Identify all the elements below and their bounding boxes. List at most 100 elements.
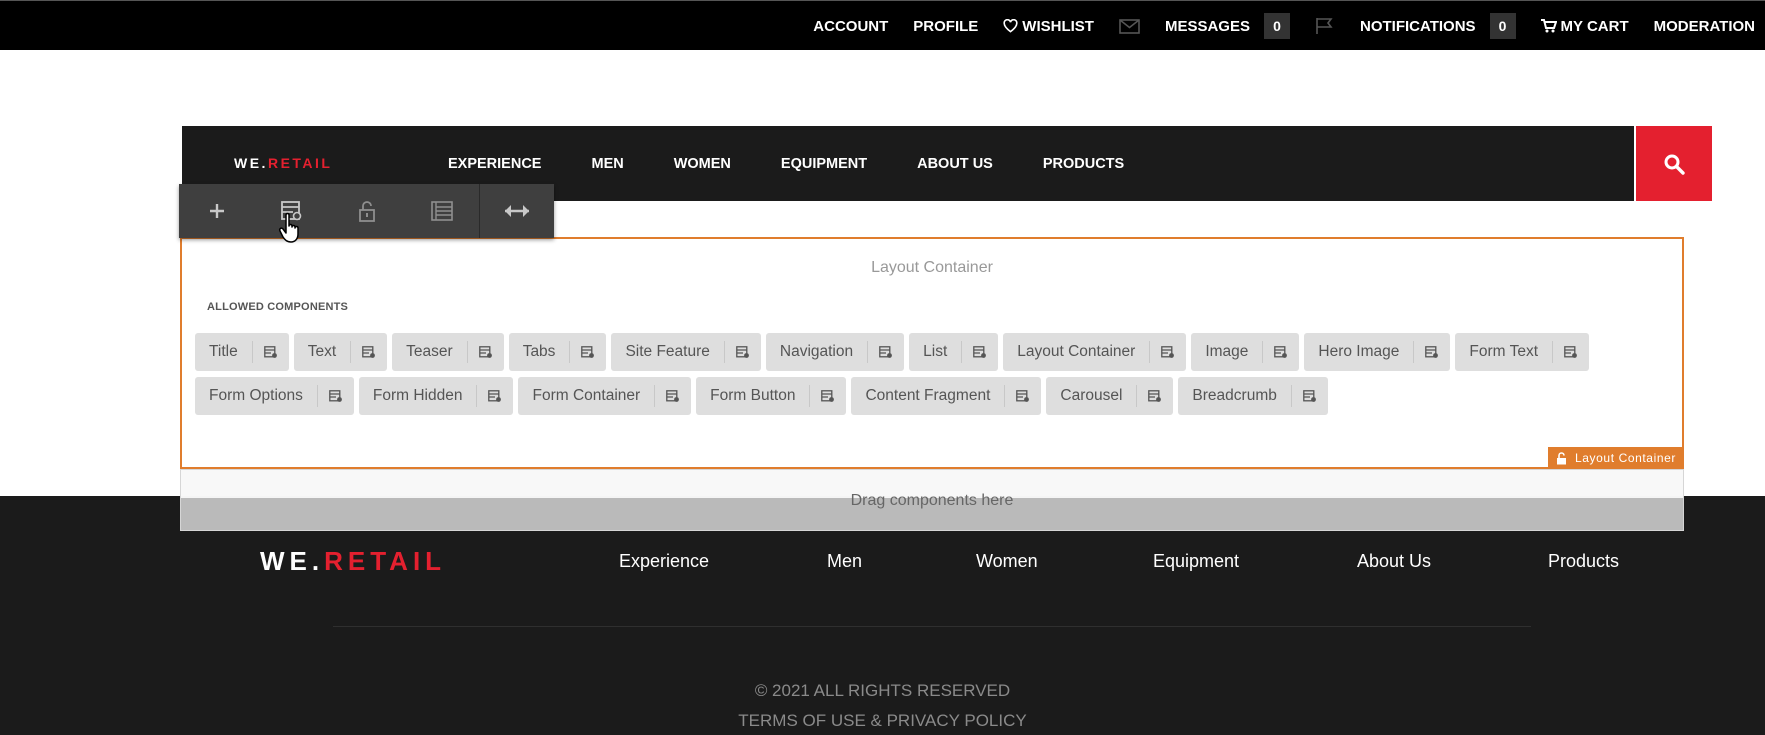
component-chip-hero-image[interactable]: Hero Image [1304, 333, 1451, 371]
component-chip-form-container[interactable]: Form Container [518, 377, 692, 415]
messages-count-badge: 0 [1264, 13, 1290, 39]
nav-products[interactable]: PRODUCTS [1043, 156, 1124, 172]
nav-about-us[interactable]: ABOUT US [917, 156, 993, 172]
search-button[interactable] [1636, 126, 1712, 201]
component-chip-label: Form Hidden [372, 387, 463, 404]
component-chip-teaser[interactable]: Teaser [392, 333, 504, 371]
component-policy-icon[interactable] [810, 389, 846, 403]
wishlist-link[interactable]: WISHLIST [1003, 18, 1094, 35]
component-policy-icon[interactable] [318, 389, 354, 403]
component-chip-form-options[interactable]: Form Options [195, 377, 354, 415]
component-policy-icon[interactable] [570, 345, 606, 359]
brand-retail: RETAIL [267, 155, 333, 171]
resize-button[interactable] [479, 184, 554, 238]
account-link[interactable]: ACCOUNT [813, 18, 888, 35]
component-chip-image[interactable]: Image [1191, 333, 1300, 371]
profile-link[interactable]: PROFILE [913, 18, 978, 35]
wishlist-label: WISHLIST [1022, 17, 1094, 35]
dropzone-text: Drag components here [850, 492, 1014, 509]
nav-equipment[interactable]: EQUIPMENT [781, 156, 867, 172]
unlock-structure-button[interactable] [329, 184, 404, 238]
footer-link-women[interactable]: Women [976, 551, 1038, 572]
footer-link-experience[interactable]: Experience [619, 551, 709, 572]
component-chip-label: Tabs [522, 343, 556, 360]
component-chip-label: Site Feature [625, 343, 710, 360]
component-chip-site-feature[interactable]: Site Feature [611, 333, 761, 371]
component-chip-form-text[interactable]: Form Text [1455, 333, 1590, 371]
layout-container-panel[interactable]: Layout Container ALLOWED COMPONENTS Titl… [180, 237, 1684, 469]
component-chip-navigation[interactable]: Navigation [765, 333, 905, 371]
component-policy-icon[interactable] [868, 345, 904, 359]
messages-label: MESSAGES [1164, 17, 1250, 35]
moderation-link[interactable]: MODERATION [1654, 18, 1755, 35]
footer-brand-logo[interactable]: WE.RETAIL [260, 546, 446, 577]
component-policy-icon[interactable] [1553, 345, 1589, 359]
component-chip-label: Breadcrumb [1192, 387, 1277, 404]
terms-privacy-link[interactable]: TERMS OF USE & PRIVACY POLICY [0, 711, 1765, 731]
footer-link-about-us[interactable]: About Us [1357, 551, 1431, 572]
component-policy-icon[interactable] [725, 345, 761, 359]
component-chip-label: Content Fragment [865, 387, 991, 404]
component-policy-icon[interactable] [351, 345, 387, 359]
my-cart-link[interactable]: MY CART [1540, 17, 1629, 35]
top-utility-bar: ACCOUNT PROFILE WISHLIST MESSAGES 0 NOTI… [0, 0, 1765, 50]
component-chip-breadcrumb[interactable]: Breadcrumb [1178, 377, 1328, 415]
component-chip-form-hidden[interactable]: Form Hidden [358, 377, 514, 415]
component-policy-icon[interactable] [962, 345, 998, 359]
component-chip-tabs[interactable]: Tabs [508, 333, 607, 371]
component-chip-text[interactable]: Text [293, 333, 388, 371]
heart-icon [1003, 19, 1018, 33]
properties-button[interactable] [404, 184, 479, 238]
top-utility-links: ACCOUNT PROFILE WISHLIST MESSAGES 0 NOTI… [788, 1, 1755, 51]
nav-women[interactable]: WOMEN [674, 156, 731, 172]
copyright-text: © 2021 ALL RIGHTS RESERVED [754, 681, 1011, 700]
component-policy-icon[interactable] [1414, 345, 1450, 359]
component-chip-label: Text [307, 343, 337, 360]
footer-link-equipment[interactable]: Equipment [1153, 551, 1239, 572]
layout-container-tag[interactable]: Layout Container [1548, 447, 1684, 469]
component-chip-layout-container[interactable]: Layout Container [1003, 333, 1187, 371]
component-chip-list[interactable]: List [909, 333, 999, 371]
insert-component-button[interactable] [179, 184, 254, 238]
component-policy-icon[interactable] [477, 389, 513, 403]
notifications-link[interactable]: NOTIFICATIONS 0 [1360, 13, 1516, 39]
messages-link[interactable]: MESSAGES 0 [1165, 13, 1290, 39]
my-cart-label: MY CART [1560, 17, 1629, 35]
component-policy-icon[interactable] [1150, 345, 1186, 359]
brand-logo[interactable]: WE.RETAIL [234, 155, 332, 171]
footer-brand-we: WE. [260, 546, 325, 576]
component-chip-form-button[interactable]: Form Button [696, 377, 847, 415]
component-edit-toolbar [179, 184, 554, 238]
component-policy-icon[interactable] [1263, 345, 1299, 359]
component-chip-label: Layout Container [1017, 343, 1136, 360]
component-policy-icon[interactable] [468, 345, 504, 359]
drag-components-dropzone[interactable]: Drag components here [180, 469, 1684, 531]
component-row-2: Form Options Form Hidden Form Container For… [195, 377, 1675, 415]
hand-cursor-icon [279, 212, 299, 243]
component-chip-content-fragment[interactable]: Content Fragment [851, 377, 1042, 415]
component-chip-label: Image [1205, 343, 1249, 360]
component-chip-label: Hero Image [1318, 343, 1400, 360]
component-policy-icon[interactable] [1292, 389, 1328, 403]
nav-experience[interactable]: EXPERIENCE [448, 156, 541, 172]
component-chip-label: Form Button [710, 387, 796, 404]
component-row-1: Title Text Teaser Tabs Site Feature Navigatio… [195, 333, 1675, 371]
cart-icon [1540, 19, 1557, 33]
footer-link-products[interactable]: Products [1548, 551, 1619, 572]
component-policy-icon[interactable] [253, 345, 289, 359]
flag-icon [1315, 17, 1335, 35]
component-chip-label: Form Text [1469, 343, 1539, 360]
resize-icon [505, 205, 529, 217]
component-chip-label: Teaser [406, 343, 453, 360]
nav-men[interactable]: MEN [591, 156, 623, 172]
component-chip-carousel[interactable]: Carousel [1046, 377, 1174, 415]
main-nav: EXPERIENCE MEN WOMEN EQUIPMENT ABOUT US … [448, 126, 1174, 201]
footer-link-men[interactable]: Men [827, 551, 862, 572]
component-policy-icon[interactable] [1005, 389, 1041, 403]
component-chip-title[interactable]: Title [195, 333, 289, 371]
component-chip-label: Carousel [1060, 387, 1123, 404]
component-policy-icon[interactable] [1137, 389, 1173, 403]
component-policy-icon[interactable] [655, 389, 691, 403]
component-chip-label: List [923, 343, 948, 360]
properties-icon [430, 201, 453, 221]
